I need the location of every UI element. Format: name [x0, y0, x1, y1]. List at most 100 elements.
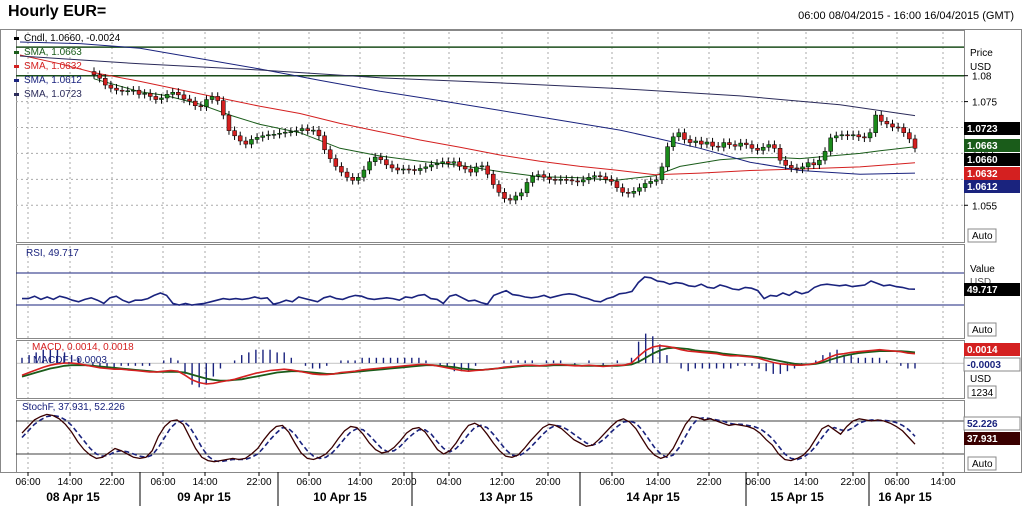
candle-body [266, 134, 271, 137]
candle [491, 170, 496, 189]
candle [710, 137, 715, 151]
candle-body [384, 159, 389, 166]
tag-text: 49.717 [967, 285, 998, 296]
candle-body [609, 179, 614, 182]
time-tick-label: 06:00 [15, 477, 40, 488]
candle [749, 140, 755, 153]
candle-body [541, 174, 547, 178]
candle [209, 92, 215, 104]
candle-body [805, 162, 811, 168]
candle [367, 157, 372, 175]
rsi-panel-frame [16, 244, 965, 339]
candle [237, 131, 243, 146]
candle-body [311, 129, 316, 132]
legend-entry: SMA, 1.0723 [24, 89, 82, 100]
candle [625, 188, 631, 198]
candle-body [176, 92, 181, 96]
candle-body [625, 192, 631, 194]
price-auto-button[interactable]: Auto [967, 228, 997, 243]
candle [620, 183, 625, 197]
candle [350, 173, 355, 185]
candle [828, 133, 833, 156]
candle-body [727, 142, 732, 145]
candle-body [97, 74, 102, 79]
candle [873, 110, 878, 137]
candle-body [580, 179, 586, 183]
outer-frame [0, 29, 1022, 473]
candle [485, 161, 490, 179]
price-value-tag: 1.0723 [964, 122, 1020, 135]
candle [699, 136, 704, 149]
candle-body [637, 187, 642, 192]
candle-body [485, 165, 490, 175]
candle-body [839, 134, 845, 137]
candle [502, 188, 507, 203]
candle [327, 145, 333, 163]
sma-line [19, 55, 916, 117]
candle-body [491, 173, 496, 185]
candle [417, 164, 423, 175]
candle-body [524, 182, 530, 194]
time-tick-label: 14:00 [645, 477, 670, 488]
candle-body [682, 132, 687, 140]
candle [687, 135, 693, 147]
price-value-tag: 1.0663 [964, 139, 1020, 152]
candle-body [119, 89, 125, 92]
candle-body [344, 171, 350, 178]
candle [266, 130, 271, 140]
candle [637, 183, 642, 196]
candle-body [440, 161, 445, 164]
date-label: 15 Apr 15 [770, 490, 824, 504]
candle-body [294, 130, 299, 132]
tag-text: 1.0612 [967, 182, 998, 193]
candle-body [356, 177, 361, 181]
macd-axis-unit: USD [970, 374, 991, 385]
time-tick-label: 22:00 [840, 477, 865, 488]
candle [389, 160, 395, 173]
chart-canvas[interactable]: Cndl, 1.0660, -0.0024 SMA, 1.0663 SMA, 1.0… [0, 0, 1022, 524]
stoch-auto-button[interactable]: Auto [967, 456, 997, 471]
candle [271, 130, 277, 139]
candle [243, 136, 249, 149]
time-tick-label: 06:00 [745, 477, 770, 488]
candle [192, 96, 198, 110]
rsi-value-tag: 49.717 [964, 283, 1020, 296]
candle-body [204, 99, 209, 108]
rsi-auto-button[interactable]: Auto [967, 322, 997, 337]
candle [727, 138, 732, 149]
candle [895, 122, 901, 132]
candle-body [744, 142, 749, 145]
candle [760, 143, 766, 155]
candle [519, 188, 524, 201]
time-tick-label: 04:00 [436, 477, 461, 488]
candle [693, 136, 698, 147]
candle-body [198, 105, 204, 108]
time-tick-label: 14:00 [347, 477, 372, 488]
candle [794, 163, 800, 174]
candle [850, 130, 856, 140]
candle-body [879, 114, 884, 122]
price-value-tag: 1.0612 [964, 180, 1020, 193]
candle-body [867, 132, 873, 139]
candle [800, 162, 805, 174]
candle [715, 142, 721, 152]
legend-entry: MACD, 0.0014, 0.0018 [32, 342, 134, 353]
candle-body [159, 97, 164, 100]
candle [479, 161, 485, 172]
candle-body [367, 161, 372, 171]
candle-body [457, 161, 462, 167]
candle-body [648, 181, 653, 184]
legend-entry: SMA, 1.0663 [24, 47, 82, 58]
candle [558, 175, 563, 185]
candle-body [192, 100, 198, 107]
candle [164, 90, 170, 103]
candle-body [434, 163, 440, 166]
price-tick-label: 1.075 [972, 98, 997, 109]
candle [879, 110, 884, 126]
candle [474, 162, 479, 177]
candle [260, 131, 265, 142]
candle [142, 89, 147, 99]
candle-body [507, 198, 513, 201]
candle [614, 177, 620, 192]
candle-body [535, 174, 541, 177]
